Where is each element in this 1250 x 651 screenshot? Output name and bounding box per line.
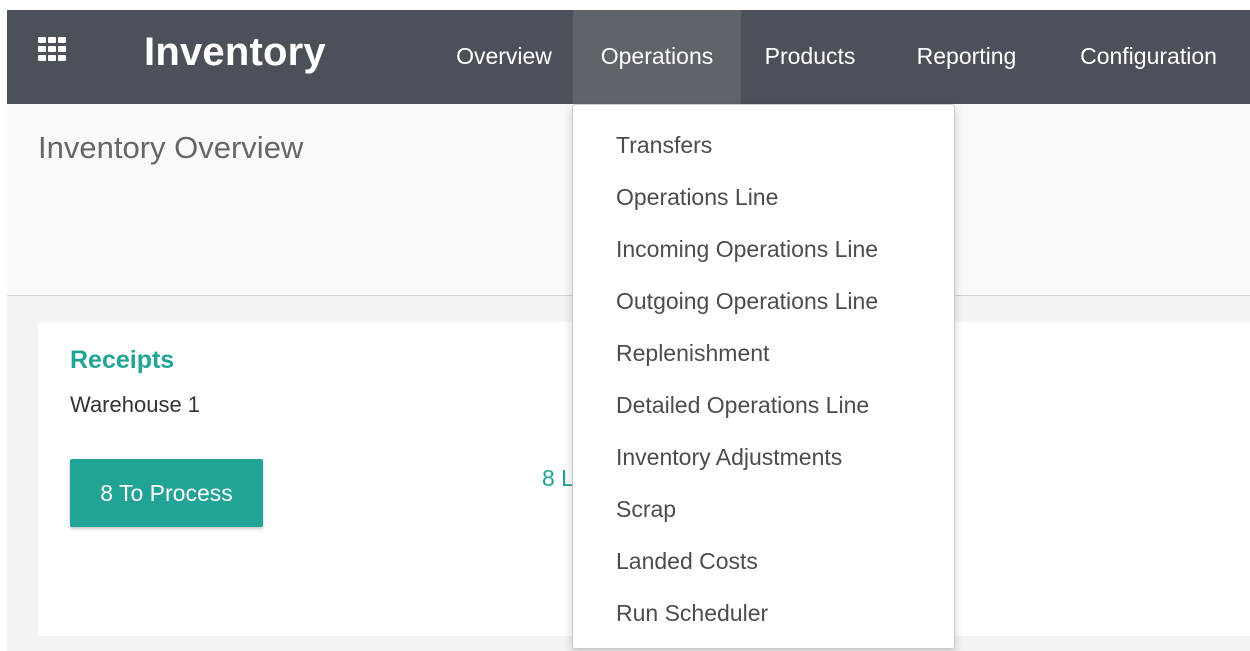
menu-products[interactable]: Products (741, 10, 879, 104)
dropdown-item-incoming-operations-line[interactable]: Incoming Operations Line (573, 223, 954, 275)
late-link[interactable]: 8 L (542, 465, 574, 492)
operations-dropdown-menu: Transfers Operations Line Incoming Opera… (572, 104, 955, 649)
menu-configuration[interactable]: Configuration (1047, 10, 1250, 104)
menu-operations[interactable]: Operations (573, 10, 741, 104)
to-process-button[interactable]: 8 To Process (70, 459, 263, 527)
dropdown-item-operations-line[interactable]: Operations Line (573, 171, 954, 223)
page-title: Inventory Overview (38, 130, 304, 165)
dropdown-item-replenishment[interactable]: Replenishment (573, 327, 954, 379)
dropdown-item-outgoing-operations-line[interactable]: Outgoing Operations Line (573, 275, 954, 327)
dropdown-item-transfers[interactable]: Transfers (573, 119, 954, 171)
menu-overview[interactable]: Overview (435, 10, 573, 104)
top-navbar: Inventory Overview Operations Products R… (7, 10, 1250, 104)
dropdown-item-detailed-operations-line[interactable]: Detailed Operations Line (573, 379, 954, 431)
dropdown-item-landed-costs[interactable]: Landed Costs (573, 535, 954, 587)
card-subtitle-warehouse: Warehouse 1 (70, 392, 201, 417)
menu-reporting[interactable]: Reporting (894, 10, 1039, 104)
dropdown-item-inventory-adjustments[interactable]: Inventory Adjustments (573, 431, 954, 483)
apps-grid-icon[interactable] (38, 37, 68, 61)
app-brand[interactable]: Inventory (144, 30, 326, 75)
dropdown-item-run-scheduler[interactable]: Run Scheduler (573, 587, 954, 639)
dropdown-item-scrap[interactable]: Scrap (573, 483, 954, 535)
card-title-receipts[interactable]: Receipts (70, 346, 174, 375)
